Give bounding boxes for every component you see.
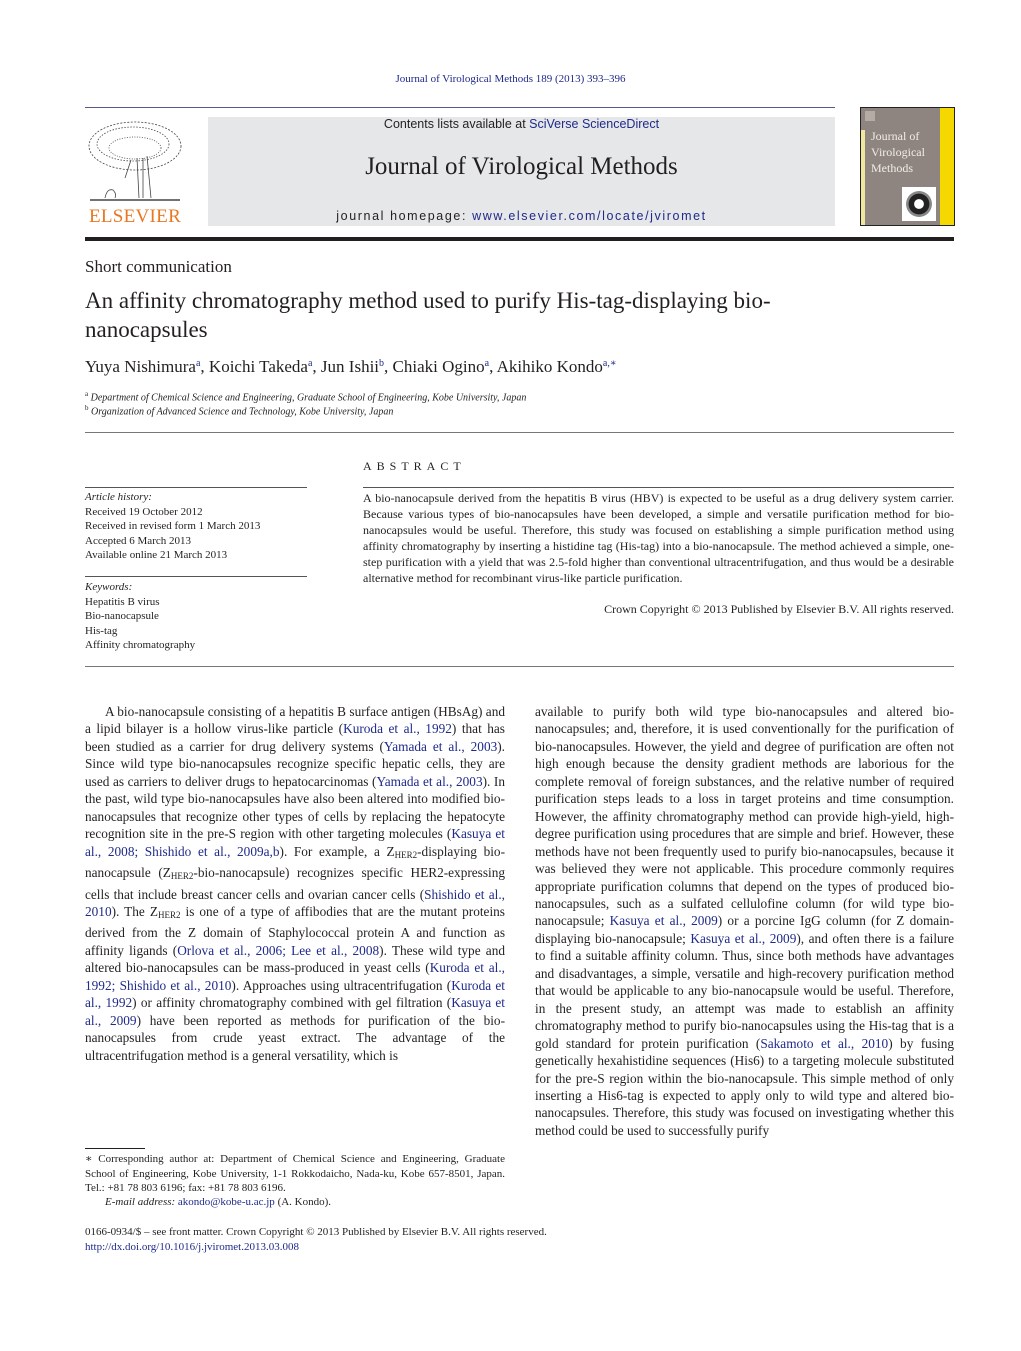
- subscript: HER2: [170, 871, 194, 882]
- body-text: ). For example, a Z: [279, 843, 395, 859]
- homepage-prefix: journal homepage:: [336, 209, 473, 223]
- keyword: Bio-nanocapsule: [85, 610, 159, 622]
- history-item: Accepted 6 March 2013: [85, 534, 191, 547]
- front-matter: 0166-0934/$ – see front matter. Crown Co…: [85, 1226, 547, 1238]
- citation-link[interactable]: Orlova et al., 2006; Lee et al., 2008: [177, 943, 379, 958]
- citation-link[interactable]: Yamada et al., 2003: [384, 739, 497, 754]
- history-item: Available online 21 March 2013: [85, 549, 228, 561]
- subscript: HER2: [394, 849, 418, 860]
- keyword: Hepatitis B virus: [85, 595, 160, 608]
- article-title: An affinity chromatography method used t…: [85, 288, 771, 342]
- doi-link[interactable]: http://dx.doi.org/10.1016/j.jviromet.201…: [85, 1241, 299, 1253]
- email-suffix: (A. Kondo).: [274, 1196, 332, 1208]
- elsevier-tree-icon: [88, 121, 182, 201]
- affiliation-ref[interactable]: a: [485, 358, 489, 369]
- keywords-heading: Keywords:: [85, 581, 133, 593]
- affiliation-ref[interactable]: a,∗: [603, 358, 617, 369]
- top-rule: [85, 107, 835, 108]
- email-line: E-mail address: akondo@kobe-u.ac.jp (A. …: [105, 1196, 331, 1208]
- elsevier-wordmark: ELSEVIER: [88, 206, 182, 227]
- body-text: ), and often there is a failure to find …: [535, 930, 954, 1051]
- journal-title: Journal of Virological Methods: [365, 153, 678, 180]
- citation-link[interactable]: Kasuya et al., 2009: [610, 913, 718, 928]
- journal-citation-link[interactable]: Journal of Virological Methods 189 (2013…: [0, 73, 1021, 85]
- cover-yellow-band: [940, 108, 954, 225]
- body-column-left: A bio-nanocapsule consisting of a hepati…: [85, 703, 505, 1064]
- journal-header-band: Contents lists available at SciVerse Sci…: [208, 117, 835, 226]
- citation-link[interactable]: Sakamoto et al., 2010: [760, 1036, 888, 1051]
- cover-title: Journal of Virological Methods: [871, 129, 925, 175]
- header-divider: [85, 237, 954, 241]
- contents-line: Contents lists available at SciVerse Sci…: [208, 117, 835, 131]
- homepage-link[interactable]: www.elsevier.com/locate/jviromet: [472, 209, 707, 223]
- abstract-text: A bio-nanocapsule derived from the hepat…: [363, 491, 954, 586]
- body-text: ). The Z: [111, 903, 158, 919]
- footnote-rule: [85, 1148, 145, 1149]
- abstract-copyright: Crown Copyright © 2013 Published by Else…: [604, 602, 954, 616]
- contents-prefix: Contents lists available at: [383, 117, 530, 131]
- author-name: Chiaki Ogino: [392, 357, 485, 376]
- affiliation-ref[interactable]: b: [379, 358, 384, 369]
- cover-mini-logo-icon: [865, 111, 875, 121]
- body-text: ). Approaches using ultracentrifugation …: [231, 977, 452, 993]
- author-list: Yuya Nishimuraa, Koichi Takedaa, Jun Ish…: [85, 357, 617, 376]
- abstract-divider: [363, 487, 954, 488]
- author-name: Akihiko Kondo: [496, 357, 603, 376]
- article-type: Short communication: [85, 257, 232, 276]
- citation-link[interactable]: Yamada et al., 2003: [376, 774, 482, 789]
- history-item: Received in revised form 1 March 2013: [85, 520, 261, 532]
- body-text: available to purify both wild type bio-n…: [535, 704, 954, 929]
- body-text: ) or affinity chromatography combined wi…: [132, 995, 452, 1011]
- body-column-right: available to purify both wild type bio-n…: [535, 703, 954, 1139]
- divider: [85, 666, 954, 667]
- keyword: His-tag: [85, 624, 118, 637]
- affiliation-ref[interactable]: a: [308, 358, 312, 369]
- abstract-heading: ABSTRACT: [363, 459, 466, 473]
- corresponding-author-footnote: ∗ Corresponding author at: Department of…: [85, 1153, 505, 1194]
- keyword: Affinity chromatography: [85, 639, 196, 651]
- affiliation-b: b Organization of Advanced Science and T…: [85, 404, 394, 418]
- history-heading: Article history:: [85, 491, 152, 503]
- cover-left-strip: [861, 130, 865, 225]
- email-link[interactable]: akondo@kobe-u.ac.jp: [178, 1196, 275, 1208]
- article-history: Article history: Received 19 October 201…: [85, 490, 260, 563]
- author-name: Yuya Nishimura: [85, 357, 196, 376]
- keywords: Keywords: Hepatitis B virus Bio-nanocaps…: [85, 580, 195, 653]
- author-name: Koichi Takeda: [208, 357, 308, 376]
- elsevier-logo[interactable]: ELSEVIER: [85, 118, 185, 228]
- homepage-line: journal homepage: www.elsevier.com/locat…: [208, 209, 835, 223]
- info-divider: [85, 487, 307, 488]
- email-label: E-mail address:: [105, 1196, 176, 1208]
- subscript: HER2: [157, 909, 181, 920]
- info-divider: [85, 576, 307, 577]
- cover-virus-emblem-icon: [902, 187, 936, 221]
- divider: [85, 432, 954, 433]
- author-name: Jun Ishii: [320, 357, 380, 376]
- journal-cover-thumbnail[interactable]: Journal of Virological Methods: [860, 107, 955, 226]
- sciencedirect-link[interactable]: SciVerse ScienceDirect: [529, 117, 659, 131]
- citation-link[interactable]: Kasuya et al., 2009: [690, 931, 796, 946]
- body-text: ) have been reported as methods for puri…: [85, 1012, 505, 1063]
- affiliation-a: a Department of Chemical Science and Eng…: [85, 390, 527, 404]
- citation-link[interactable]: Kuroda et al., 1992: [343, 721, 452, 736]
- history-item: Received 19 October 2012: [85, 505, 203, 518]
- affiliation-ref[interactable]: a: [196, 358, 200, 369]
